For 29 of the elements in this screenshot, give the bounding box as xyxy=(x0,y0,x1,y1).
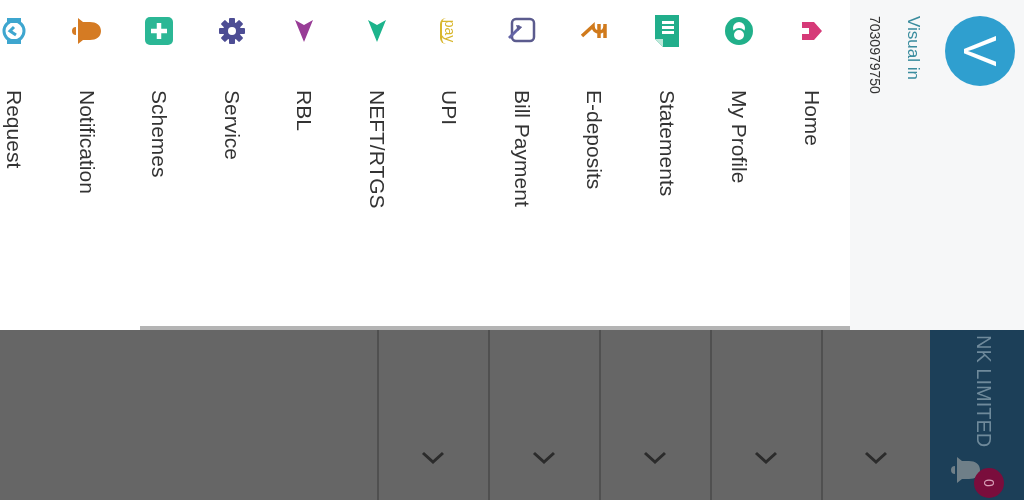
user-name: Visual in xyxy=(903,16,923,82)
menu-item[interactable]: NEFT/RTGS xyxy=(340,0,413,330)
chevron-icon[interactable] xyxy=(864,451,889,465)
chevron-icon[interactable] xyxy=(532,451,557,465)
document-icon xyxy=(653,14,680,48)
menu-item[interactable]: My Profile xyxy=(703,0,776,330)
chevron-icon[interactable] xyxy=(643,451,668,465)
menu-item[interactable]: Schemes xyxy=(123,0,196,330)
menu-item[interactable]: RBL xyxy=(268,0,341,330)
settings-icon xyxy=(217,17,246,45)
bell-icon xyxy=(70,17,103,45)
menu-item[interactable]: Home xyxy=(775,0,848,330)
plus-icon xyxy=(144,16,175,46)
profile-icon xyxy=(724,16,755,46)
menu-item[interactable]: Request xyxy=(0,0,51,330)
chevron-icon[interactable] xyxy=(754,451,779,465)
menu-item[interactable]: Statements xyxy=(630,0,703,330)
menu-item[interactable]: E-deposits xyxy=(558,0,631,330)
app-title: NK LIMITED xyxy=(972,335,996,448)
menu-item[interactable]: Notification xyxy=(50,0,123,330)
menu-item[interactable]: Service xyxy=(195,0,268,330)
avatar: V xyxy=(945,16,1015,86)
menu-item[interactable]: Bill Payment xyxy=(485,0,558,330)
bell-icon[interactable] xyxy=(950,455,982,485)
phone-number: 7030979750 xyxy=(867,16,883,96)
menu-item[interactable]: pay UPI xyxy=(413,0,486,330)
notification-badge: 0 xyxy=(974,468,1004,498)
chevron-icon[interactable] xyxy=(421,451,446,465)
rupee-icon xyxy=(580,21,609,41)
